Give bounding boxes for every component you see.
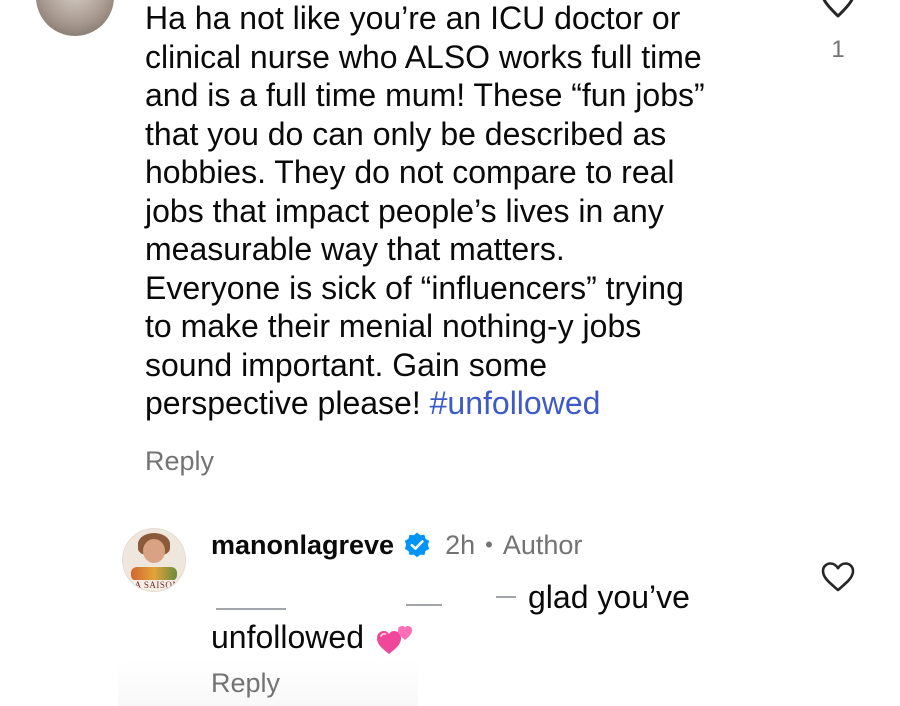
separator-dot: •: [485, 532, 493, 557]
reply-text: unfollowed: [211, 619, 364, 655]
comment-line: measurable way that matters.: [145, 231, 565, 267]
redacted-mention: [200, 576, 526, 618]
comment-line: Ha ha not like you’re an ICU doctor or: [145, 0, 681, 36]
reply-button[interactable]: Reply: [145, 446, 214, 477]
comment-line: and is a full time mum! These “fun jobs”: [145, 77, 705, 113]
comment-line: that you do can only be described as: [145, 115, 667, 152]
author-avatar[interactable]: LA SAISON: [122, 528, 186, 592]
reply-header: manonlagreve 2h • Author: [211, 525, 582, 565]
comment-line: Everyone is sick of “influencers” trying: [145, 269, 684, 306]
reply-text-line: unfollowed: [211, 619, 416, 656]
hashtag-link[interactable]: #unfollowed: [430, 385, 601, 421]
comment-line: clinical nurse who ALSO works full time: [145, 38, 702, 75]
like-count: 1: [831, 36, 845, 63]
comment-line: to make their menial nothing-y jobs: [145, 308, 642, 344]
reply-button[interactable]: Reply: [211, 668, 280, 699]
comment-line: jobs that impact people’s lives in any: [145, 192, 664, 229]
redaction-stroke: [406, 604, 442, 606]
avatar-face: [143, 539, 165, 563]
heart-outline-icon[interactable]: [818, 0, 858, 20]
comment-text: Ha ha not like you’re an ICU doctor or cl…: [145, 0, 795, 423]
avatar-logo: LA SAISON: [123, 580, 185, 591]
reply-text-line: glad you’ve: [528, 579, 690, 615]
redaction-stroke: [496, 596, 516, 598]
timestamp: 2h: [445, 529, 476, 560]
comment-line: perspective please!: [145, 385, 430, 421]
comment-line: hobbies. They do not compare to real: [145, 154, 675, 190]
heart-outline-icon[interactable]: [820, 561, 856, 593]
comment-line: sound important. Gain some: [145, 346, 547, 383]
commenter-avatar[interactable]: [36, 0, 114, 36]
username-link[interactable]: manonlagreve: [211, 530, 394, 561]
avatar-vegetables: [131, 567, 177, 581]
two-hearts-emoji: [377, 625, 412, 654]
author-tag: Author: [502, 529, 583, 560]
verified-badge-icon: [404, 532, 430, 558]
redaction-stroke: [216, 608, 286, 610]
